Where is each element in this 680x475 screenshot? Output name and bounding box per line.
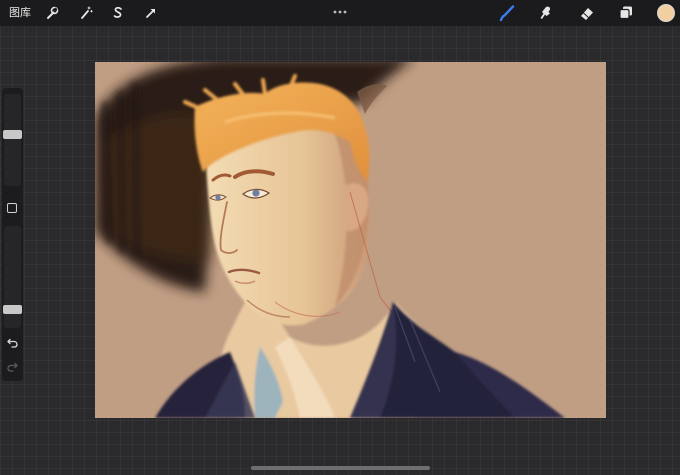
brush-size-thumb[interactable] [3, 130, 22, 139]
eraser-icon[interactable] [577, 3, 597, 23]
smudge-icon[interactable] [536, 3, 556, 23]
color-swatch[interactable] [657, 4, 675, 22]
transform-arrow-icon[interactable] [142, 4, 160, 22]
left-sidebar [2, 88, 23, 381]
brush-size-slider[interactable] [3, 94, 22, 186]
top-toolbar: 图库 [0, 0, 680, 26]
selection-s-icon[interactable] [109, 4, 127, 22]
layers-icon[interactable] [616, 3, 636, 23]
magic-wand-icon[interactable] [77, 4, 95, 22]
wrench-icon[interactable] [43, 4, 61, 22]
opacity-thumb[interactable] [3, 305, 22, 314]
gallery-button[interactable]: 图库 [9, 6, 31, 19]
more-dots-icon[interactable] [332, 3, 348, 14]
opacity-slider[interactable] [3, 226, 22, 328]
home-indicator[interactable] [251, 466, 430, 470]
brush-icon[interactable] [497, 3, 517, 23]
drawing-canvas[interactable] [95, 62, 606, 418]
undo-icon[interactable] [6, 336, 19, 349]
portrait-painting [95, 62, 565, 418]
modify-square-button[interactable] [7, 203, 17, 213]
redo-icon[interactable] [6, 360, 19, 373]
